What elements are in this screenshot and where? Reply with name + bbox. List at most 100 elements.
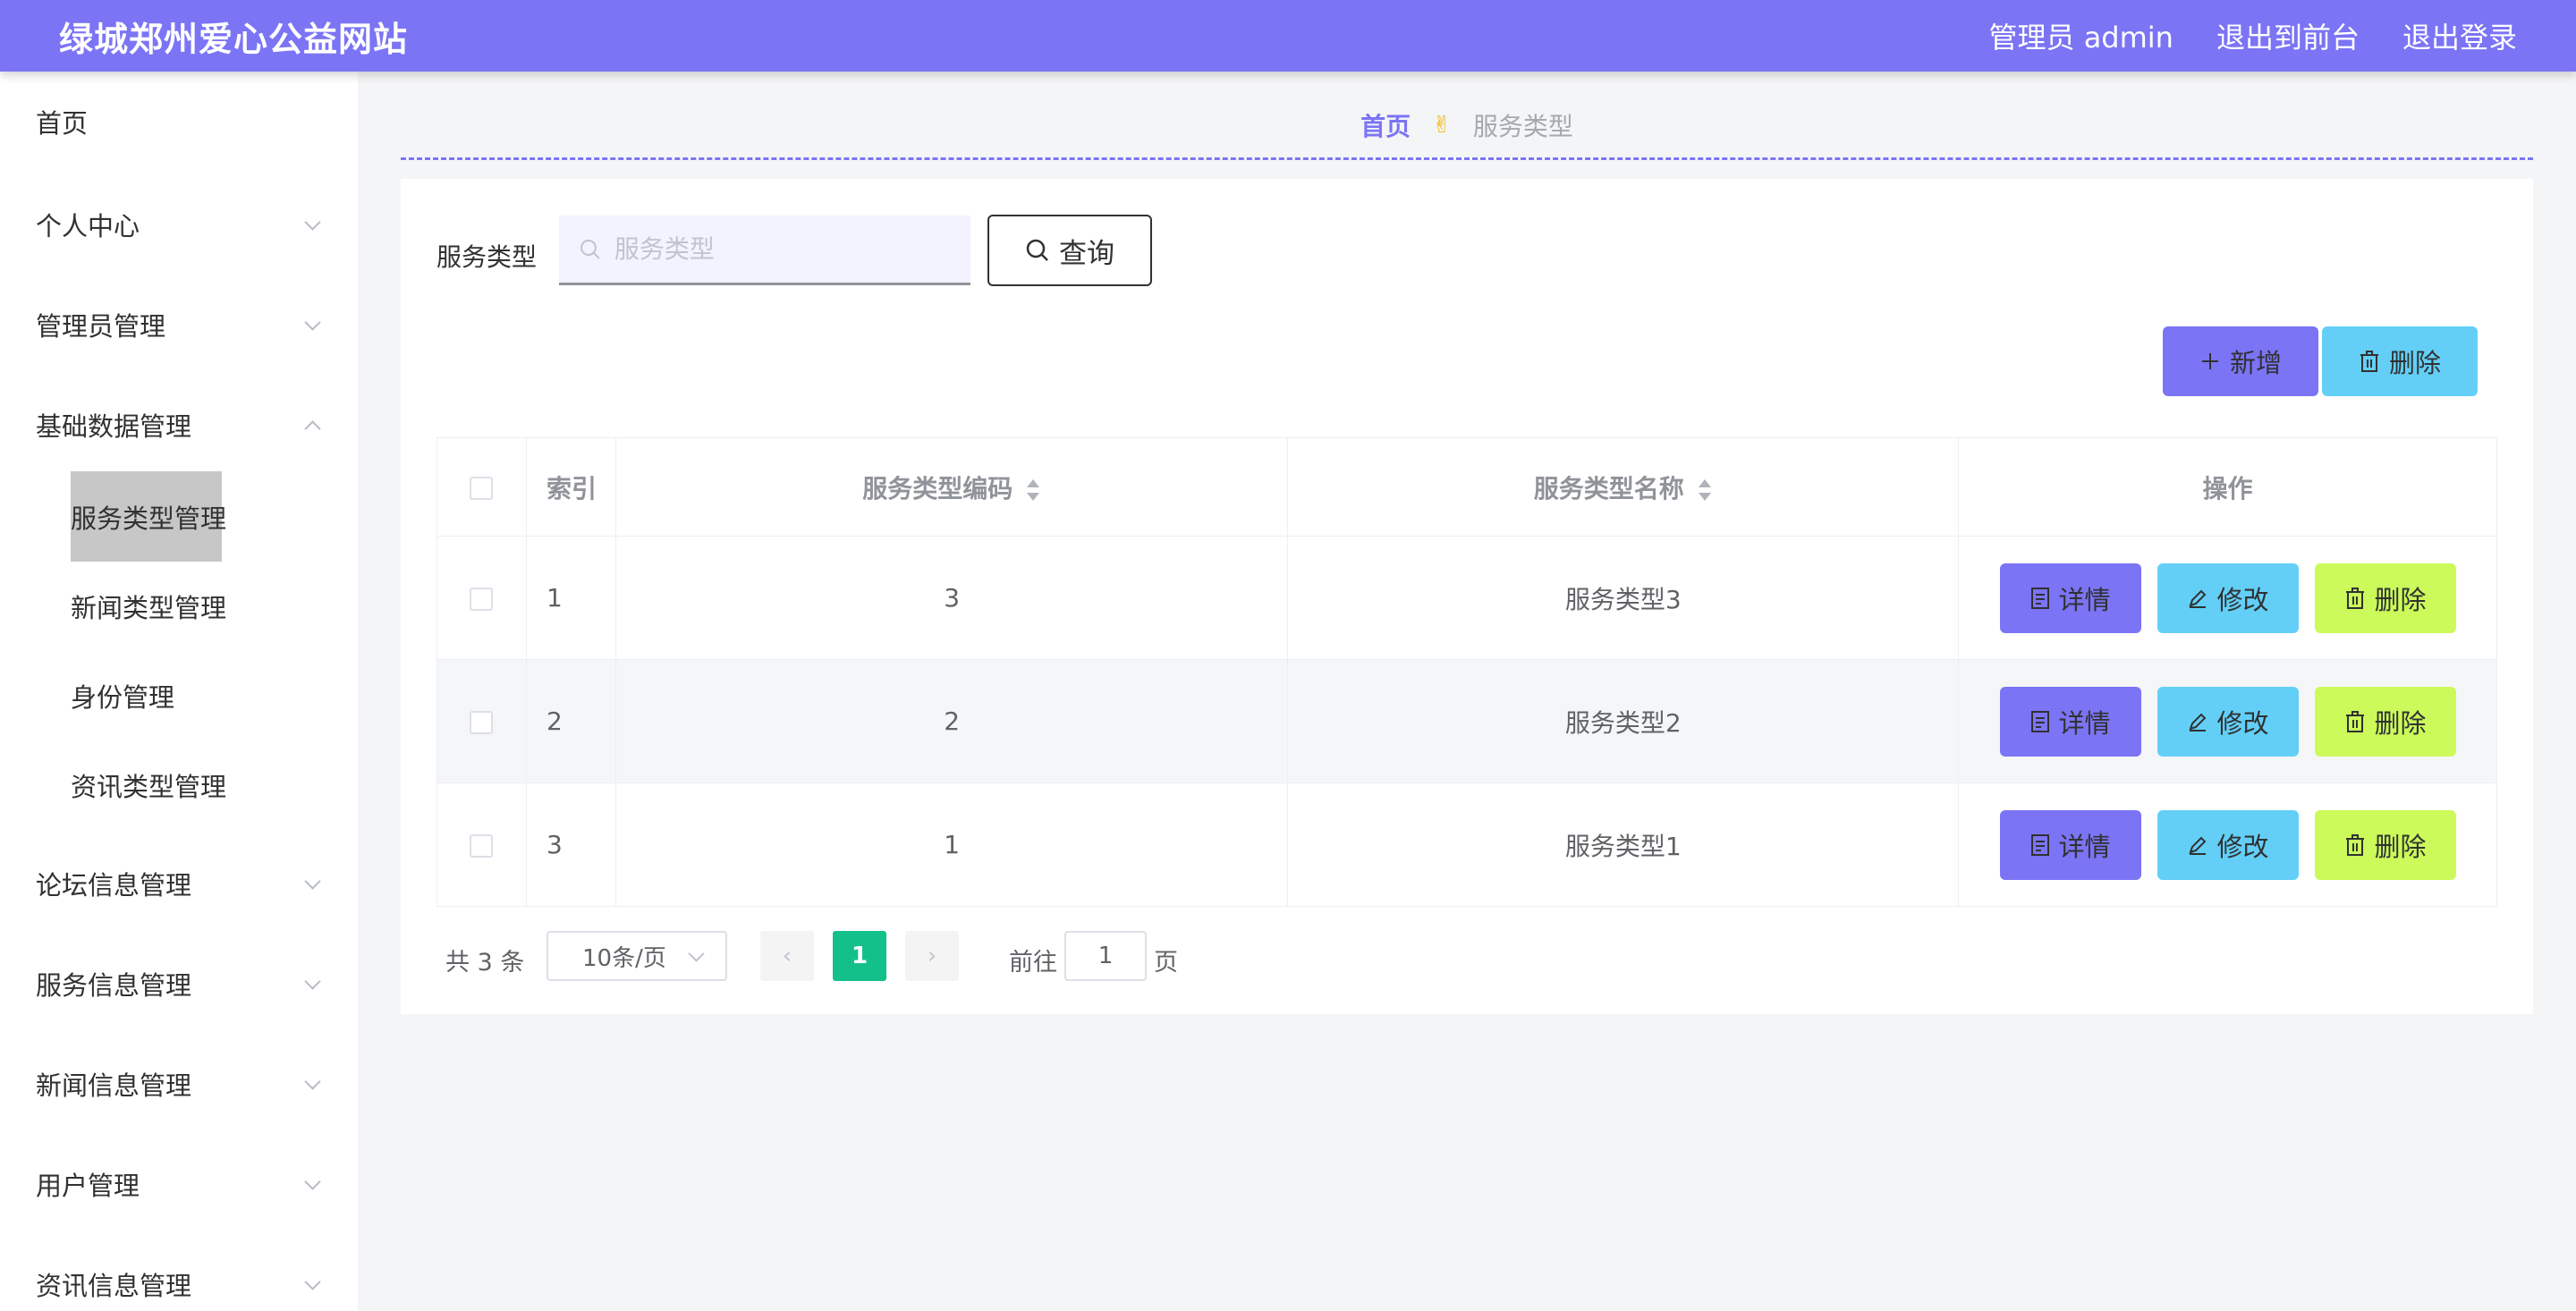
row-checkbox[interactable] [470,711,494,734]
chevron-down-icon [302,1074,322,1094]
trash-icon [2345,833,2364,856]
row-checkbox[interactable] [470,834,494,858]
row-checkbox[interactable] [470,588,494,611]
site-title: 绿城郑州爱心公益网站 [59,19,409,59]
header-actions: 管理员 admin 退出到前台 退出登录 [1946,15,2517,56]
exit-to-frontend-link[interactable]: 退出到前台 [2216,15,2360,56]
sidebar-subitem-identity[interactable]: 身份管理 [71,669,174,723]
goto-page-input[interactable] [1064,931,1147,981]
logout-link[interactable]: 退出登录 [2402,15,2517,56]
breadcrumb-current: 服务类型 [1472,112,1573,141]
sidebar-item-label: 论坛信息管理 [36,870,192,901]
edit-pen-icon [2188,836,2206,855]
add-button[interactable]: 新增 [2163,326,2318,396]
main-panel: 服务类型 查询 新增 删除 [401,179,2533,1014]
sidebar-subitem-service-type[interactable]: 服务类型管理 [71,471,226,562]
top-header: 绿城郑州爱心公益网站 管理员 admin 退出到前台 退出登录 [0,0,2576,72]
header-code-label: 服务类型编码 [862,473,1013,503]
delete-button[interactable]: 删除 [2314,562,2456,633]
sidebar-item-news-info-management[interactable]: 新闻信息管理 [36,1057,322,1111]
sidebar-item-admin-management[interactable]: 管理员管理 [36,298,322,351]
pagination: 共 3 条 10条/页 ‹ 1 › 前往 页 [401,930,1653,984]
page-size-select[interactable]: 10条/页 [547,931,727,981]
page-number-current[interactable]: 1 [833,931,886,981]
search-input[interactable] [614,234,970,264]
detail-button[interactable]: 详情 [1999,562,2141,633]
batch-delete-label: 删除 [2388,348,2441,378]
sort-icon[interactable] [1025,478,1041,502]
delete-button-label: 删除 [2374,707,2427,739]
sidebar-item-home[interactable]: 首页 [36,95,322,148]
document-icon [2030,833,2049,856]
chevron-right-icon: › [927,943,937,969]
delete-button[interactable]: 删除 [2314,686,2456,757]
edit-button[interactable]: 修改 [2157,809,2299,880]
batch-delete-button[interactable]: 删除 [2322,326,2478,396]
breadcrumb-home[interactable]: 首页 [1360,107,1411,143]
sidebar-item-news-article-management[interactable]: 资讯信息管理 [36,1257,322,1311]
sidebar-item-basic-data-management[interactable]: 基础数据管理 [36,398,322,452]
add-button-label: 新增 [2229,348,2282,378]
header-name-label: 服务类型名称 [1533,473,1684,503]
goto-page-suffix: 页 [1154,949,1178,977]
delete-button[interactable]: 删除 [2314,809,2456,880]
sidebar-subitem-label: 资讯类型管理 [71,772,227,802]
edit-button[interactable]: 修改 [2157,562,2299,633]
cell-index: 3 [525,782,616,907]
sidebar-item-label: 服务信息管理 [36,970,192,1001]
cell-code: 3 [614,536,1289,660]
sidebar-subitem-info-type[interactable]: 资讯类型管理 [71,758,226,812]
header-code[interactable]: 服务类型编码 [614,437,1289,537]
delete-button-label: 删除 [2374,831,2427,862]
cell-ops: 详情 修改 删除 [1958,659,2497,783]
row-select[interactable] [436,659,527,783]
edit-button-label: 修改 [2216,707,2269,739]
detail-button[interactable]: 详情 [1999,809,2141,880]
next-page-button[interactable]: › [905,931,959,981]
sidebar-item-label: 个人中心 [36,211,140,241]
search-field[interactable] [559,216,970,285]
trash-icon [2345,710,2364,732]
admin-username[interactable]: 管理员 admin [1989,15,2174,56]
document-icon [2030,710,2049,732]
edit-button-label: 修改 [2216,831,2269,862]
row-select[interactable] [436,782,527,907]
chevron-down-icon [302,315,322,334]
select-all-checkbox[interactable] [470,477,494,500]
detail-button[interactable]: 详情 [1999,686,2141,757]
table-row: 1 3 服务类型3 详情 修改 删除 [436,536,2497,660]
sidebar-item-forum-management[interactable]: 论坛信息管理 [36,857,322,910]
sidebar-item-user-management[interactable]: 用户管理 [36,1157,322,1211]
sidebar-subitem-news-type[interactable]: 新闻类型管理 [71,579,226,633]
query-button[interactable]: 查询 [987,215,1152,286]
table-row: 2 2 服务类型2 详情 修改 删除 [436,659,2497,783]
sidebar-item-label: 用户管理 [36,1171,140,1201]
cell-ops: 详情 修改 删除 [1958,782,2497,907]
sort-icon[interactable] [1697,478,1713,502]
cell-index: 1 [525,536,616,660]
header-name[interactable]: 服务类型名称 [1287,437,1960,537]
header-ops: 操作 [1958,437,2497,537]
edit-button[interactable]: 修改 [2157,686,2299,757]
detail-button-label: 详情 [2058,584,2111,615]
header-select-all[interactable] [436,437,527,537]
cell-code: 1 [614,782,1289,907]
row-select[interactable] [436,536,527,660]
chevron-down-icon [686,946,706,966]
prev-page-button[interactable]: ‹ [760,931,814,981]
pagination-total: 共 3 条 [445,949,525,977]
chevron-up-icon [302,415,322,435]
sidebar-subitem-label: 服务类型管理 [71,503,227,534]
cell-name: 服务类型2 [1287,659,1960,783]
search-icon [1026,239,1048,261]
sidebar-item-service-info-management[interactable]: 服务信息管理 [36,957,322,1011]
chevron-down-icon [302,1174,322,1194]
sidebar-subitem-label: 身份管理 [71,682,175,713]
cell-ops: 详情 修改 删除 [1958,536,2497,660]
cell-code: 2 [614,659,1289,783]
cell-name: 服务类型3 [1287,536,1960,660]
sidebar-subitem-label: 新闻类型管理 [71,593,227,623]
cell-index: 2 [525,659,616,783]
trash-icon [2360,351,2378,372]
sidebar-item-personal-center[interactable]: 个人中心 [36,198,322,251]
